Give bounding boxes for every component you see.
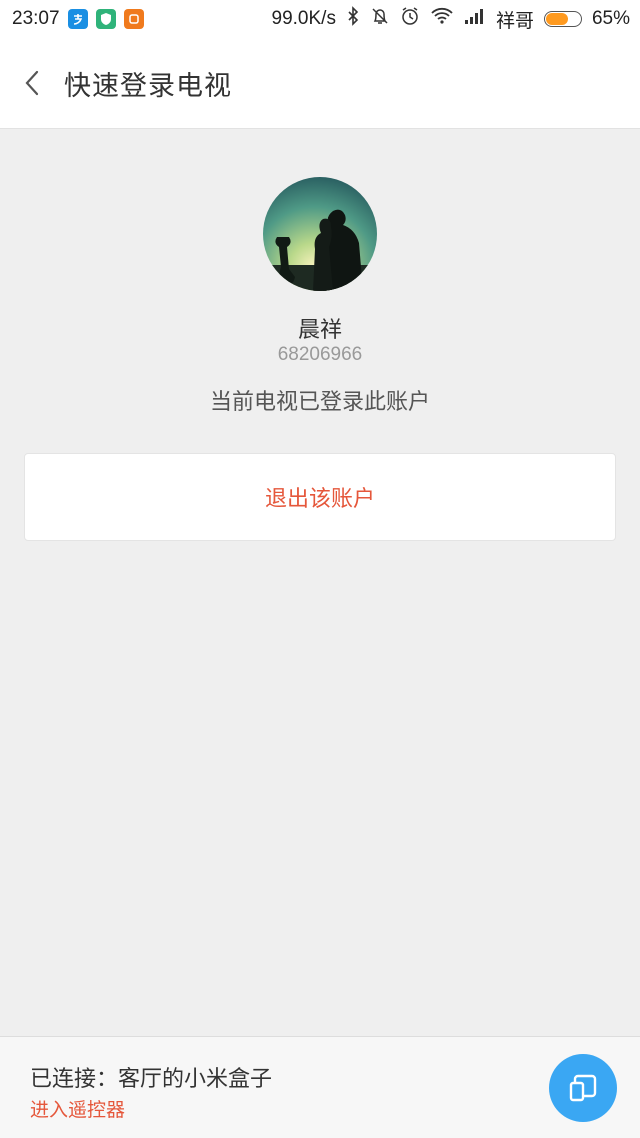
battery-percent: 65% bbox=[591, 8, 630, 29]
signal-icon bbox=[464, 8, 486, 30]
mi-app-icon bbox=[123, 9, 144, 29]
avatar bbox=[263, 177, 377, 291]
security-shield-icon bbox=[95, 9, 116, 29]
enter-remote-link[interactable]: 进入遥控器 bbox=[30, 1095, 125, 1122]
page-title: 快速登录电视 bbox=[64, 70, 232, 102]
connected-device-text: 已连接：客厅的小米盒子 bbox=[30, 1067, 273, 1092]
logout-button[interactable]: 退出该账户 bbox=[24, 453, 616, 541]
connection-bar: 已连接：客厅的小米盒子 进入遥控器 bbox=[0, 1036, 640, 1138]
status-time: 23:07 bbox=[12, 8, 60, 29]
vibrate-off-icon bbox=[370, 6, 390, 32]
alarm-icon bbox=[400, 6, 420, 32]
alipay-icon bbox=[67, 9, 88, 29]
chevron-left-icon bbox=[25, 70, 39, 96]
user-name: 晨祥 bbox=[297, 318, 342, 343]
bluetooth-icon bbox=[346, 6, 360, 32]
status-bar: 23:07 99.0K/s 祥哥 65% bbox=[0, 0, 640, 38]
carrier-name: 祥哥 bbox=[495, 10, 534, 32]
logout-label: 退出该账户 bbox=[264, 487, 375, 512]
remote-device-icon bbox=[569, 1074, 597, 1102]
user-id: 68206966 bbox=[277, 344, 363, 365]
remote-fab-button[interactable] bbox=[549, 1054, 617, 1122]
battery-icon bbox=[543, 11, 582, 27]
net-speed: 99.0K/s bbox=[271, 8, 336, 29]
back-button[interactable] bbox=[0, 38, 64, 128]
login-status-text: 当前电视已登录此账户 bbox=[209, 390, 430, 415]
app-header: 快速登录电视 bbox=[0, 38, 640, 129]
battery-level bbox=[545, 13, 569, 25]
wifi-icon bbox=[430, 7, 454, 31]
